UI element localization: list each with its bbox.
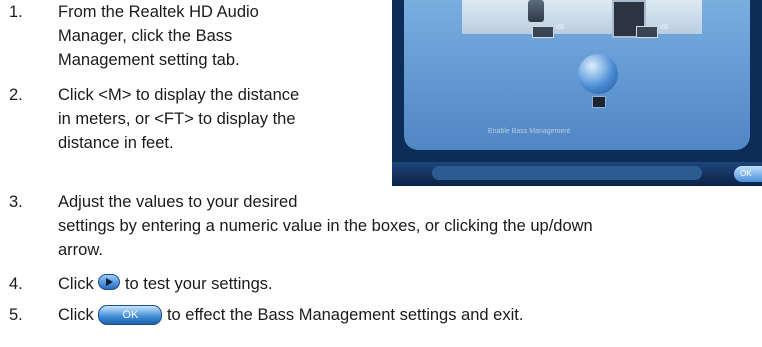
step-1-line-1: From the Realtek HD Audio [58, 3, 259, 21]
step-5-text-before: Click [58, 306, 94, 324]
step-5-text: Click OK to effect the Bass Management s… [58, 303, 523, 327]
left-db-unit: dB [556, 24, 565, 31]
screenshot-content-area: dB dB Enable Bass Management [404, 0, 750, 150]
step-1-line-2: Manager, click the Bass [58, 27, 233, 45]
step-4-text-after: to test your settings. [124, 275, 273, 293]
step-1-number: 1. [9, 3, 23, 21]
left-speaker-icon [528, 0, 544, 22]
left-db-box [532, 26, 554, 38]
step-1-line-3: Management setting tab. [58, 51, 240, 69]
screenshot-tab-strip [432, 166, 702, 180]
step-4-number: 4. [9, 275, 23, 293]
ok-button-icon: OK [98, 304, 163, 325]
step-5-text-after: to effect the Bass Management settings a… [166, 306, 524, 324]
step-3-number: 3. [9, 193, 23, 211]
step-2-number: 2. [9, 86, 23, 104]
screenshot-ok-button: OK [734, 166, 762, 182]
right-db-unit: dB [660, 24, 669, 31]
step-4-text-before: Click [58, 275, 94, 293]
step-3-text: Adjust the values to your desired settin… [58, 190, 593, 262]
enable-bass-management-label: Enable Bass Management [488, 128, 571, 135]
play-button-icon [98, 273, 121, 297]
step-3-line-2: settings by entering a numeric value in … [58, 217, 593, 235]
right-db-box [636, 26, 658, 38]
step-2-text: Click <M> to display the distance in met… [58, 83, 299, 155]
ok-button-icon-label: OK [122, 308, 139, 321]
step-5-number: 5. [9, 306, 23, 324]
step-2-line-2: in meters, or <FT> to display the [58, 110, 296, 128]
step-4-text: Click to test your settings. [58, 272, 273, 297]
realtek-bass-management-screenshot: dB dB Enable Bass Management OK [392, 0, 762, 186]
step-1-text: From the Realtek HD Audio Manager, click… [58, 0, 259, 72]
subwoofer-orb-icon [578, 54, 618, 94]
step-2-line-1: Click <M> to display the distance [58, 86, 300, 104]
step-3-line-3: arrow. [58, 241, 103, 259]
step-2-line-3: distance in feet. [58, 134, 174, 152]
step-3-line-1: Adjust the values to your desired [58, 193, 298, 211]
screenshot-play-icon [592, 96, 606, 108]
